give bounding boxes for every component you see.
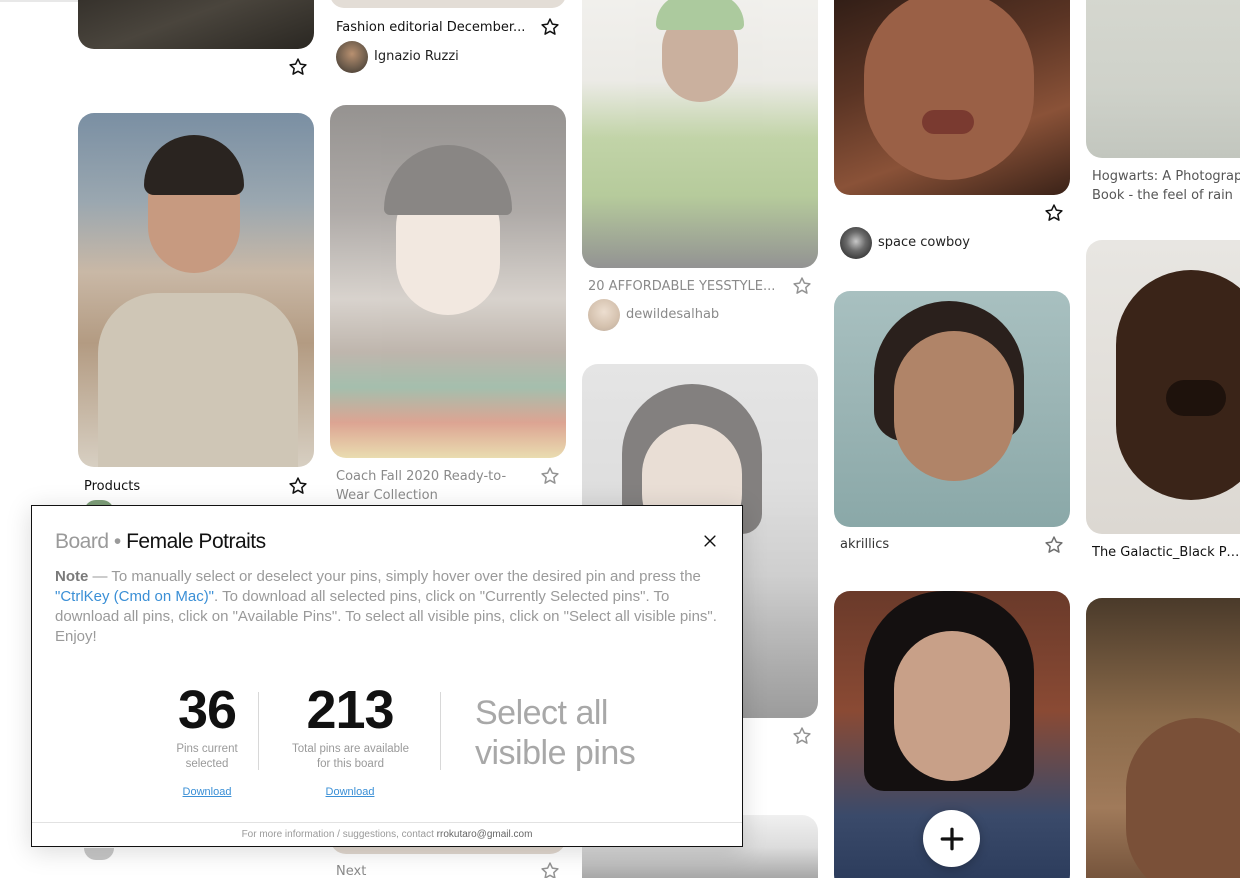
pin-title: Fashion editorial December... — [336, 20, 526, 35]
modal-title-separator: • — [108, 530, 127, 553]
star-icon[interactable] — [539, 860, 561, 878]
pin-image[interactable] — [834, 0, 1070, 195]
star-icon[interactable] — [539, 16, 561, 38]
portrait-hair — [144, 135, 244, 195]
select-all-visible-button[interactable]: Select all visible pins — [475, 693, 675, 773]
pin-image[interactable] — [78, 0, 314, 49]
star-icon[interactable] — [791, 275, 813, 297]
contact-email[interactable]: rrokutaro@gmail.com — [437, 829, 533, 840]
modal-footer: For more information / suggestions, cont… — [32, 829, 742, 840]
download-modal: Board • Female Potraits Note — To manual… — [31, 505, 743, 847]
pin-title: Coach Fall 2020 Ready-to-Wear Collection — [336, 469, 507, 503]
star-icon[interactable] — [1043, 202, 1065, 224]
divider — [440, 692, 441, 770]
pin-user-name[interactable]: space cowboy — [878, 235, 970, 251]
pin-title: Hogwarts: A Photograp Book - the feel of… — [1092, 169, 1240, 203]
total-caption: Total pins are available for this board — [292, 743, 409, 770]
portrait-lips — [922, 110, 974, 134]
note-text-1: — To manually select or deselect your pi… — [88, 568, 701, 585]
footer-text: For more information / suggestions, cont… — [241, 829, 437, 840]
avatar[interactable] — [336, 41, 368, 73]
star-icon[interactable] — [287, 475, 309, 497]
modal-title: Board • Female Potraits — [55, 530, 266, 554]
avatar[interactable] — [588, 299, 620, 331]
pin-title: The Galactic_Black Princ — [1092, 545, 1240, 560]
pin-image[interactable] — [330, 0, 566, 8]
modal-note: Note — To manually select or deselect yo… — [55, 567, 723, 647]
star-icon[interactable] — [791, 725, 813, 747]
add-button[interactable] — [923, 810, 980, 867]
close-button[interactable] — [700, 531, 720, 551]
portrait-body — [98, 293, 298, 467]
portrait-face — [1126, 718, 1240, 878]
pin-image[interactable] — [1086, 0, 1240, 158]
pin-user-name[interactable]: akrillics — [840, 537, 889, 553]
footer-divider — [32, 822, 742, 823]
pin-title: Products — [84, 479, 141, 494]
total-count: 213 — [306, 680, 394, 740]
download-selected-link[interactable]: Download — [183, 786, 232, 798]
portrait-hair — [656, 0, 744, 30]
pin-title[interactable]: Next — [336, 862, 436, 878]
board-name: Female Potraits — [126, 530, 266, 553]
note-label: Note — [55, 568, 89, 585]
pin-user-name[interactable]: dewildesalhab — [626, 307, 719, 323]
download-all-link[interactable]: Download — [326, 786, 375, 798]
pin-user-name[interactable]: Ignazio Ruzzi — [374, 49, 459, 65]
pin-image[interactable] — [582, 0, 818, 268]
pin-image[interactable] — [1086, 598, 1240, 878]
portrait-lips — [1166, 380, 1226, 416]
close-icon — [704, 535, 716, 547]
pin-image[interactable] — [78, 113, 314, 467]
avatar[interactable] — [84, 848, 114, 860]
selected-pins-stat: 36 Pins current selected Download — [142, 682, 272, 800]
selected-count: 36 — [177, 680, 237, 740]
portrait-face — [864, 0, 1034, 180]
plus-icon — [940, 827, 963, 850]
pin-image[interactable] — [1086, 240, 1240, 534]
modal-title-prefix: Board — [55, 530, 109, 553]
portrait-face — [894, 631, 1010, 781]
divider — [258, 692, 259, 770]
pin-image[interactable] — [834, 291, 1070, 527]
portrait-face — [894, 331, 1014, 481]
star-icon[interactable] — [539, 465, 561, 487]
pin-image[interactable] — [330, 105, 566, 458]
avatar[interactable] — [840, 227, 872, 259]
total-pins-stat: 213 Total pins are available for this bo… — [285, 682, 415, 800]
selected-caption: Pins current selected — [176, 743, 238, 770]
star-icon[interactable] — [287, 56, 309, 78]
portrait-hair — [384, 145, 512, 215]
pin-title: 20 AFFORDABLE YESSTYLE... — [588, 279, 776, 294]
star-icon[interactable] — [1043, 534, 1065, 556]
note-key-hint: "CtrlKey (Cmd on Mac)" — [55, 588, 215, 605]
